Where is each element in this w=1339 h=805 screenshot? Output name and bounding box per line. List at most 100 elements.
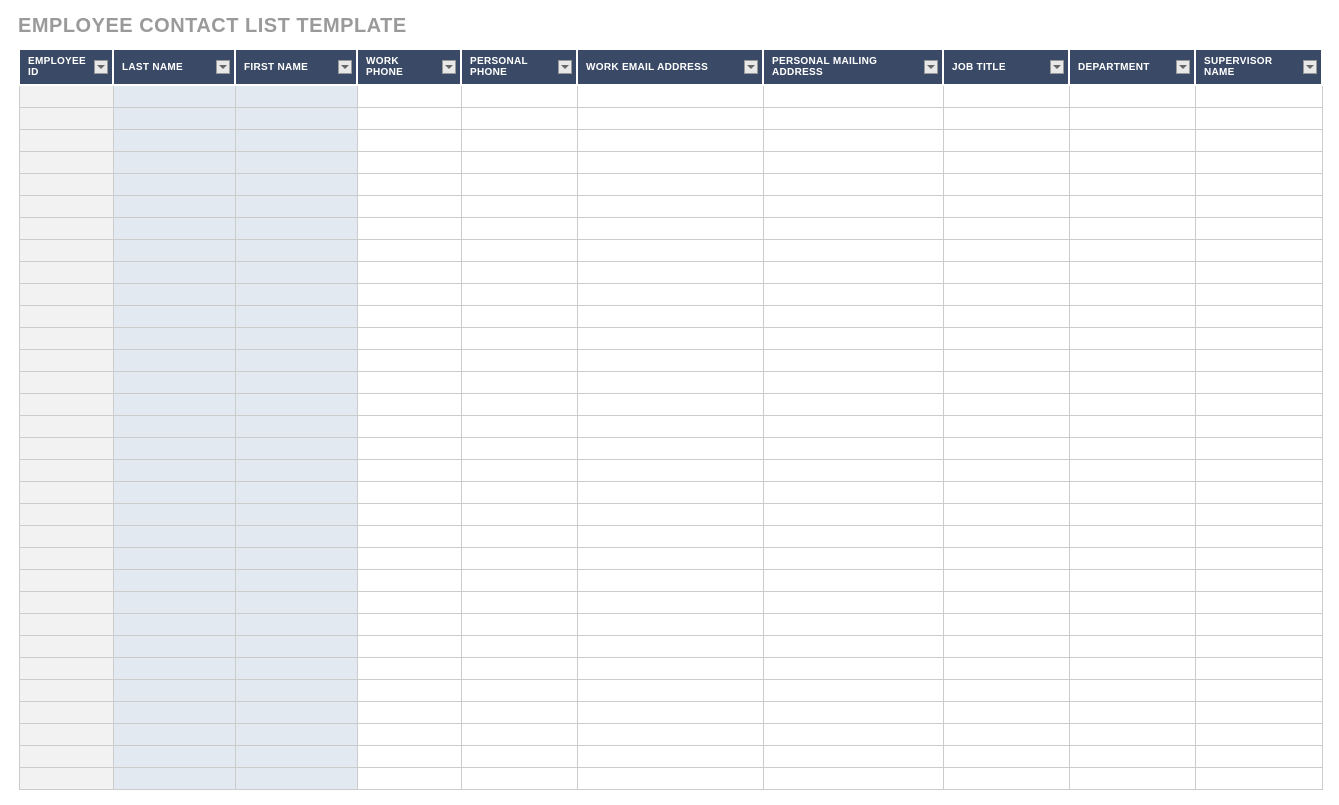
table-cell[interactable]	[461, 657, 577, 679]
table-cell[interactable]	[1195, 327, 1322, 349]
table-cell[interactable]	[19, 437, 113, 459]
column-header-first-name[interactable]: FIRST NAME	[235, 49, 357, 85]
table-cell[interactable]	[357, 107, 461, 129]
table-cell[interactable]	[113, 459, 235, 481]
table-cell[interactable]	[461, 305, 577, 327]
table-cell[interactable]	[943, 547, 1069, 569]
table-cell[interactable]	[235, 415, 357, 437]
table-cell[interactable]	[763, 129, 943, 151]
table-cell[interactable]	[235, 525, 357, 547]
table-cell[interactable]	[357, 525, 461, 547]
table-cell[interactable]	[577, 547, 763, 569]
table-cell[interactable]	[235, 349, 357, 371]
table-cell[interactable]	[113, 525, 235, 547]
table-cell[interactable]	[461, 107, 577, 129]
table-cell[interactable]	[461, 327, 577, 349]
table-cell[interactable]	[763, 195, 943, 217]
table-cell[interactable]	[943, 525, 1069, 547]
table-cell[interactable]	[943, 283, 1069, 305]
table-cell[interactable]	[1069, 415, 1195, 437]
column-header-job-title[interactable]: JOB TITLE	[943, 49, 1069, 85]
table-cell[interactable]	[763, 613, 943, 635]
table-cell[interactable]	[1195, 283, 1322, 305]
table-cell[interactable]	[1069, 679, 1195, 701]
table-cell[interactable]	[19, 503, 113, 525]
column-header-work-email[interactable]: WORK EMAIL ADDRESS	[577, 49, 763, 85]
table-cell[interactable]	[1069, 283, 1195, 305]
table-cell[interactable]	[357, 85, 461, 107]
table-cell[interactable]	[1195, 415, 1322, 437]
table-cell[interactable]	[235, 195, 357, 217]
table-cell[interactable]	[763, 305, 943, 327]
table-cell[interactable]	[113, 591, 235, 613]
table-cell[interactable]	[1069, 723, 1195, 745]
table-cell[interactable]	[763, 217, 943, 239]
table-cell[interactable]	[19, 569, 113, 591]
table-cell[interactable]	[113, 745, 235, 767]
table-cell[interactable]	[1195, 767, 1322, 789]
table-cell[interactable]	[235, 745, 357, 767]
column-header-employee-id[interactable]: EMPLOYEE ID	[19, 49, 113, 85]
table-cell[interactable]	[1195, 525, 1322, 547]
table-cell[interactable]	[19, 591, 113, 613]
table-cell[interactable]	[763, 767, 943, 789]
table-cell[interactable]	[943, 151, 1069, 173]
table-cell[interactable]	[577, 613, 763, 635]
table-cell[interactable]	[235, 217, 357, 239]
table-cell[interactable]	[19, 371, 113, 393]
table-cell[interactable]	[763, 591, 943, 613]
table-cell[interactable]	[943, 393, 1069, 415]
table-cell[interactable]	[943, 217, 1069, 239]
table-cell[interactable]	[461, 371, 577, 393]
table-cell[interactable]	[577, 415, 763, 437]
table-cell[interactable]	[19, 151, 113, 173]
column-header-last-name[interactable]: LAST NAME	[113, 49, 235, 85]
table-cell[interactable]	[1069, 173, 1195, 195]
table-cell[interactable]	[943, 415, 1069, 437]
table-cell[interactable]	[943, 327, 1069, 349]
table-cell[interactable]	[943, 459, 1069, 481]
table-cell[interactable]	[1069, 591, 1195, 613]
table-cell[interactable]	[461, 349, 577, 371]
table-cell[interactable]	[1195, 239, 1322, 261]
table-cell[interactable]	[357, 283, 461, 305]
table-cell[interactable]	[113, 657, 235, 679]
table-cell[interactable]	[357, 415, 461, 437]
table-cell[interactable]	[19, 327, 113, 349]
table-cell[interactable]	[113, 261, 235, 283]
table-cell[interactable]	[1069, 459, 1195, 481]
table-cell[interactable]	[461, 393, 577, 415]
table-cell[interactable]	[943, 569, 1069, 591]
table-cell[interactable]	[763, 503, 943, 525]
table-cell[interactable]	[461, 481, 577, 503]
table-cell[interactable]	[1195, 261, 1322, 283]
table-cell[interactable]	[235, 613, 357, 635]
table-cell[interactable]	[461, 261, 577, 283]
table-cell[interactable]	[461, 503, 577, 525]
table-cell[interactable]	[461, 173, 577, 195]
table-cell[interactable]	[577, 503, 763, 525]
column-header-mailing[interactable]: PERSONAL MAILING ADDRESS	[763, 49, 943, 85]
table-cell[interactable]	[1069, 371, 1195, 393]
table-cell[interactable]	[235, 723, 357, 745]
table-cell[interactable]	[19, 525, 113, 547]
table-cell[interactable]	[1195, 481, 1322, 503]
table-cell[interactable]	[577, 151, 763, 173]
table-cell[interactable]	[113, 195, 235, 217]
table-cell[interactable]	[763, 151, 943, 173]
table-cell[interactable]	[1195, 85, 1322, 107]
table-cell[interactable]	[577, 85, 763, 107]
table-cell[interactable]	[357, 349, 461, 371]
table-cell[interactable]	[461, 679, 577, 701]
table-cell[interactable]	[1195, 371, 1322, 393]
table-cell[interactable]	[235, 371, 357, 393]
table-cell[interactable]	[1069, 129, 1195, 151]
table-cell[interactable]	[461, 437, 577, 459]
table-cell[interactable]	[763, 239, 943, 261]
table-cell[interactable]	[357, 393, 461, 415]
table-cell[interactable]	[19, 217, 113, 239]
table-cell[interactable]	[1195, 591, 1322, 613]
table-cell[interactable]	[943, 679, 1069, 701]
table-cell[interactable]	[1195, 679, 1322, 701]
table-cell[interactable]	[113, 217, 235, 239]
